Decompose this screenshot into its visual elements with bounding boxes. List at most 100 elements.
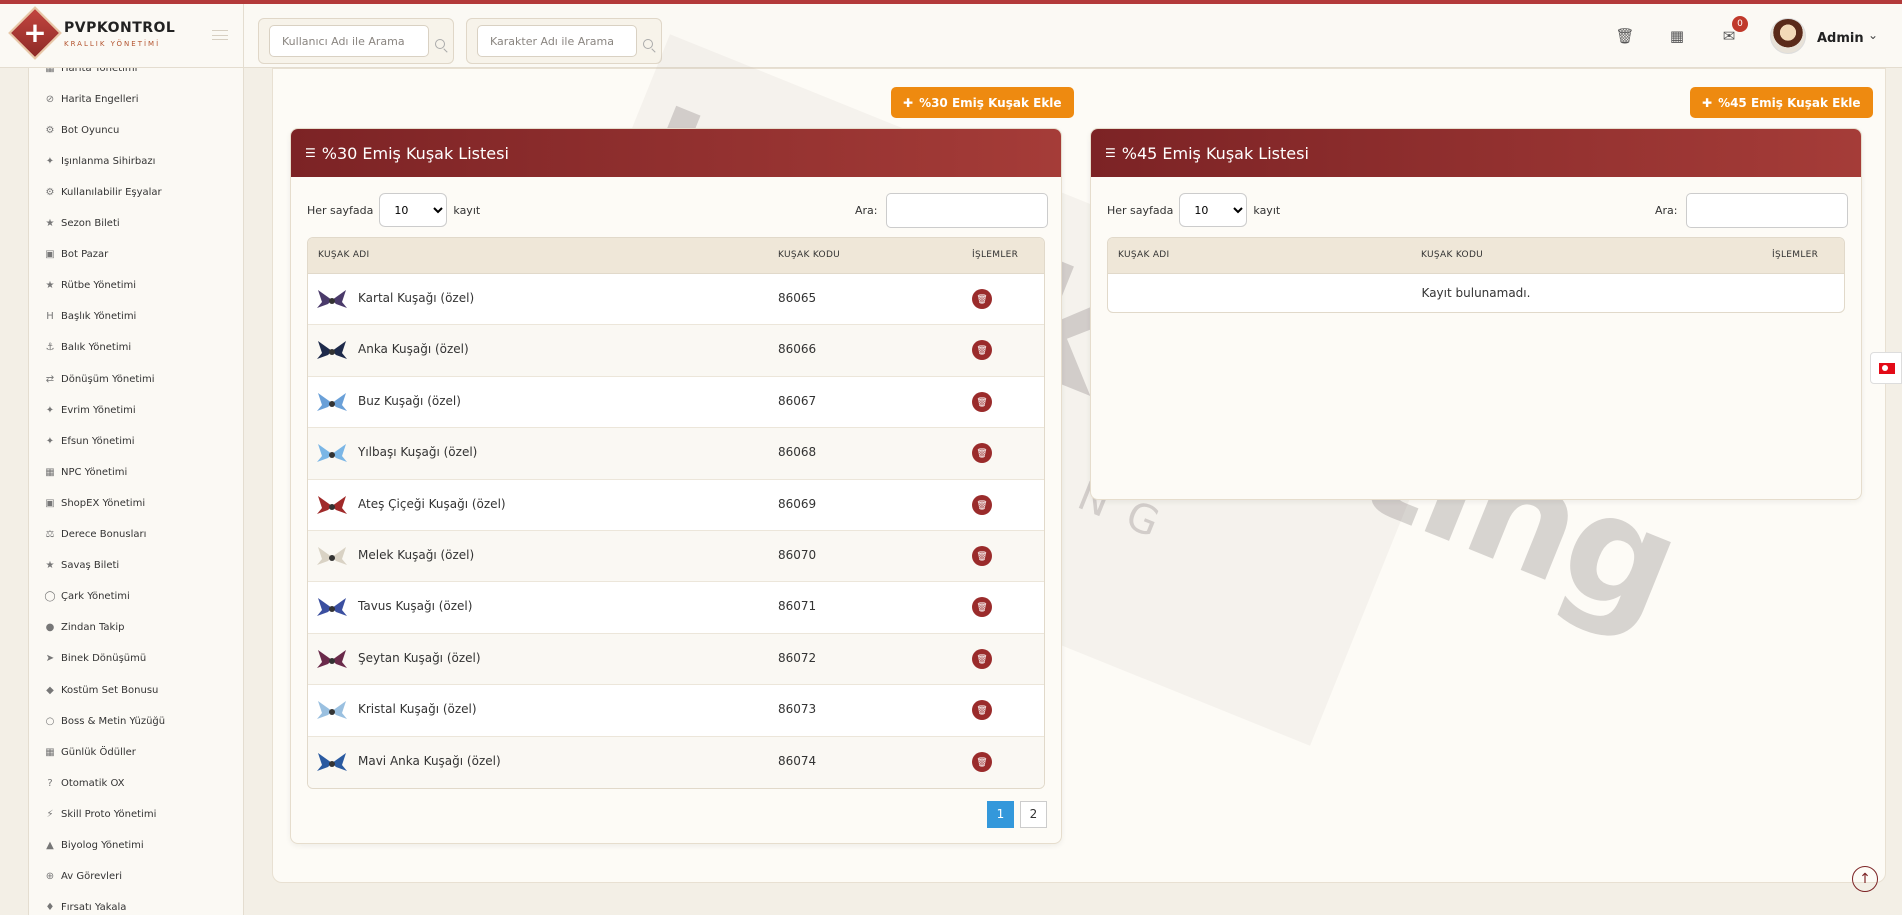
sidebar-item-label: Fırsatı Yakala <box>61 902 127 914</box>
sidebar-item[interactable]: ♦ Fırsatı Yakala <box>43 898 243 915</box>
scroll-to-top-icon[interactable]: ↑ <box>1852 866 1878 892</box>
delete-button[interactable]: 🗑 <box>972 751 992 772</box>
per-page-control: Her sayfada 10 kayıt <box>307 193 480 227</box>
table-row: Ateş Çiçeği Kuşağı (özel) 86069 🗑 <box>308 480 1044 531</box>
user-search-input[interactable] <box>269 25 429 57</box>
column-header-name[interactable]: KUŞAK ADI <box>318 250 370 260</box>
table-search-input[interactable] <box>885 193 1048 228</box>
character-search-input[interactable] <box>477 25 637 57</box>
trophy-icon: ★ <box>45 218 55 229</box>
panel-30-title: %30 Emiş Kuşak Listesi <box>321 143 509 163</box>
table-search-input[interactable] <box>1685 193 1848 228</box>
belt-name: Buz Kuşağı (özel) <box>358 393 461 408</box>
sidebar-item[interactable]: ⚙ Bot Oyuncu <box>43 120 243 140</box>
balance-icon: ⚖ <box>45 529 55 540</box>
sidebar-item-label: ShopEX Yönetimi <box>61 497 146 509</box>
empty-table-message: Kayıt bulunamadı. <box>1421 286 1531 300</box>
search-icon[interactable] <box>435 39 445 49</box>
sidebar-item[interactable]: ⚙ Kullanılabilir Eşyalar <box>43 182 243 202</box>
sidebar-item[interactable]: ▦ NPC Yönetimi <box>43 462 243 482</box>
sidebar-item[interactable]: ⊕ Av Görevleri <box>43 867 243 887</box>
ring-icon: ○ <box>45 715 55 727</box>
delete-button[interactable]: 🗑 <box>972 340 992 361</box>
sidebar-item[interactable]: ▲ Biyolog Yönetimi <box>43 836 243 856</box>
sidebar-item[interactable]: ◯ Çark Yönetimi <box>43 587 243 607</box>
table-row: Yılbaşı Kuşağı (özel) 86068 🗑 <box>308 428 1044 480</box>
sidebar-item[interactable]: ✦ Evrim Yönetimi <box>43 400 243 420</box>
per-page-label: Her sayfada <box>1107 203 1174 217</box>
trash-icon: 🗑 <box>976 448 988 459</box>
delete-button[interactable]: 🗑 <box>972 597 992 618</box>
per-page-suffix: kayıt <box>453 203 481 217</box>
crosshair-icon: ⊕ <box>45 871 55 883</box>
trash-icon[interactable]: 🗑 <box>1615 26 1635 46</box>
trash-icon: 🗑 <box>976 345 988 356</box>
sidebar-item-label: Kostüm Set Bonusu <box>61 684 159 696</box>
sidebar-item[interactable]: ⚖ Derece Bonusları <box>43 525 243 545</box>
sidebar-item[interactable]: ➤ Binek Dönüşümü <box>43 649 243 669</box>
page-1-button[interactable]: 1 <box>987 801 1014 828</box>
brand[interactable]: + PVPKONTROL KRALLIK YÖNETİMİ <box>0 4 244 68</box>
sidebar-item[interactable]: ○ Boss & Metin Yüzüğü <box>43 711 243 731</box>
calendar-icon[interactable]: ▦ <box>1667 26 1687 46</box>
sidebar-item-label: Biyolog Yönetimi <box>61 840 144 851</box>
cogs-icon: ⚙ <box>45 186 55 198</box>
panel-45-belt-list: ☰ %45 Emiş Kuşak Listesi Her sayfada 10 … <box>1090 128 1862 500</box>
belt-item-icon <box>317 649 347 668</box>
column-header-code[interactable]: KUŞAK KODU <box>778 250 840 260</box>
delete-button[interactable]: 🗑 <box>972 289 992 309</box>
bolt-icon: ⚡ <box>46 808 54 820</box>
anchor-icon: ⚓ <box>45 342 55 354</box>
belt-code: 86068 <box>778 445 817 460</box>
sidebar-item[interactable]: ▣ Bot Pazar <box>43 245 243 265</box>
sidebar-item[interactable]: ✦ Işınlanma Sihirbazı <box>43 151 243 171</box>
sidebar-item[interactable]: ▣ ShopEX Yönetimi <box>43 493 243 513</box>
delete-button[interactable]: 🗑 <box>972 648 992 669</box>
sidebar-item-label: Otomatik OX <box>61 777 125 789</box>
delete-button[interactable]: 🗑 <box>972 443 992 464</box>
per-page-select[interactable]: 10 <box>1179 193 1248 227</box>
sidebar-item[interactable]: ★ Savaş Bileti <box>43 556 243 576</box>
sidebar-item[interactable]: ✦ Efsun Yönetimi <box>43 431 243 451</box>
table-row: Kristal Kuşağı (özel) 86073 🗑 <box>308 685 1044 737</box>
sidebar-item[interactable]: ? Otomatik OX <box>43 773 243 793</box>
language-selector[interactable] <box>1870 352 1902 384</box>
belt-code: 86065 <box>778 291 817 305</box>
menu-toggle-icon[interactable] <box>212 30 228 40</box>
sidebar-item[interactable]: ⊘ Harita Engelleri <box>43 89 243 109</box>
delete-button[interactable]: 🗑 <box>972 700 992 721</box>
belt-name: Kristal Kuşağı (özel) <box>358 702 477 717</box>
column-header-name[interactable]: KUŞAK ADI <box>1118 250 1170 260</box>
character-search-box <box>466 18 662 64</box>
page-2-button[interactable]: 2 <box>1020 801 1047 828</box>
belt-code: 86067 <box>778 393 817 408</box>
sidebar-item[interactable]: ◆ Kostüm Set Bonusu <box>43 680 243 700</box>
chevron-down-icon[interactable]: ⌄ <box>1868 28 1878 42</box>
sidebar-item[interactable]: ★ Sezon Bileti <box>43 214 243 234</box>
sidebar-item[interactable]: ⇄ Dönüşüm Yönetimi <box>43 369 243 389</box>
sidebar-item[interactable]: ▦ Harita Yönetimi <box>43 68 243 78</box>
sidebar-item[interactable]: ▦ Günlük Ödüller <box>43 742 243 762</box>
search-icon[interactable] <box>643 39 653 49</box>
belt-item-icon <box>317 341 347 360</box>
sidebar-item[interactable]: ⚡ Skill Proto Yönetimi <box>43 804 243 824</box>
delete-button[interactable]: 🗑 <box>972 494 992 515</box>
column-header-code[interactable]: KUŞAK KODU <box>1421 250 1483 260</box>
sidebar-item[interactable]: ● Zindan Takip <box>43 618 243 638</box>
delete-button[interactable]: 🗑 <box>972 545 992 566</box>
sidebar-item-label: Skill Proto Yönetimi <box>61 808 157 820</box>
belt-name: Yılbaşı Kuşağı (özel) <box>358 445 478 460</box>
logo-plus-icon: + <box>23 16 47 49</box>
delete-button[interactable]: 🗑 <box>972 391 992 412</box>
sidebar-item[interactable]: ★ Rütbe Yönetimi <box>43 276 243 296</box>
belt-name: Mavi Anka Kuşağı (özel) <box>358 753 501 768</box>
top-bar: + PVPKONTROL KRALLIK YÖNETİMİ 🗑 ▦ ✉ 0 Ad… <box>0 4 1902 68</box>
per-page-select[interactable]: 10 <box>379 193 448 227</box>
trash-icon: 🗑 <box>976 653 988 664</box>
admin-name[interactable]: Admin <box>1817 31 1864 46</box>
sidebar-item[interactable]: ⚓ Balık Yönetimi <box>43 338 243 358</box>
sidebar-item[interactable]: H Başlık Yönetimi <box>43 307 243 327</box>
avatar[interactable] <box>1770 18 1806 54</box>
add-45-belt-button[interactable]: ✚ %45 Emiş Kuşak Ekle <box>1690 87 1873 118</box>
add-30-belt-button[interactable]: ✚ %30 Emiş Kuşak Ekle <box>891 87 1074 118</box>
